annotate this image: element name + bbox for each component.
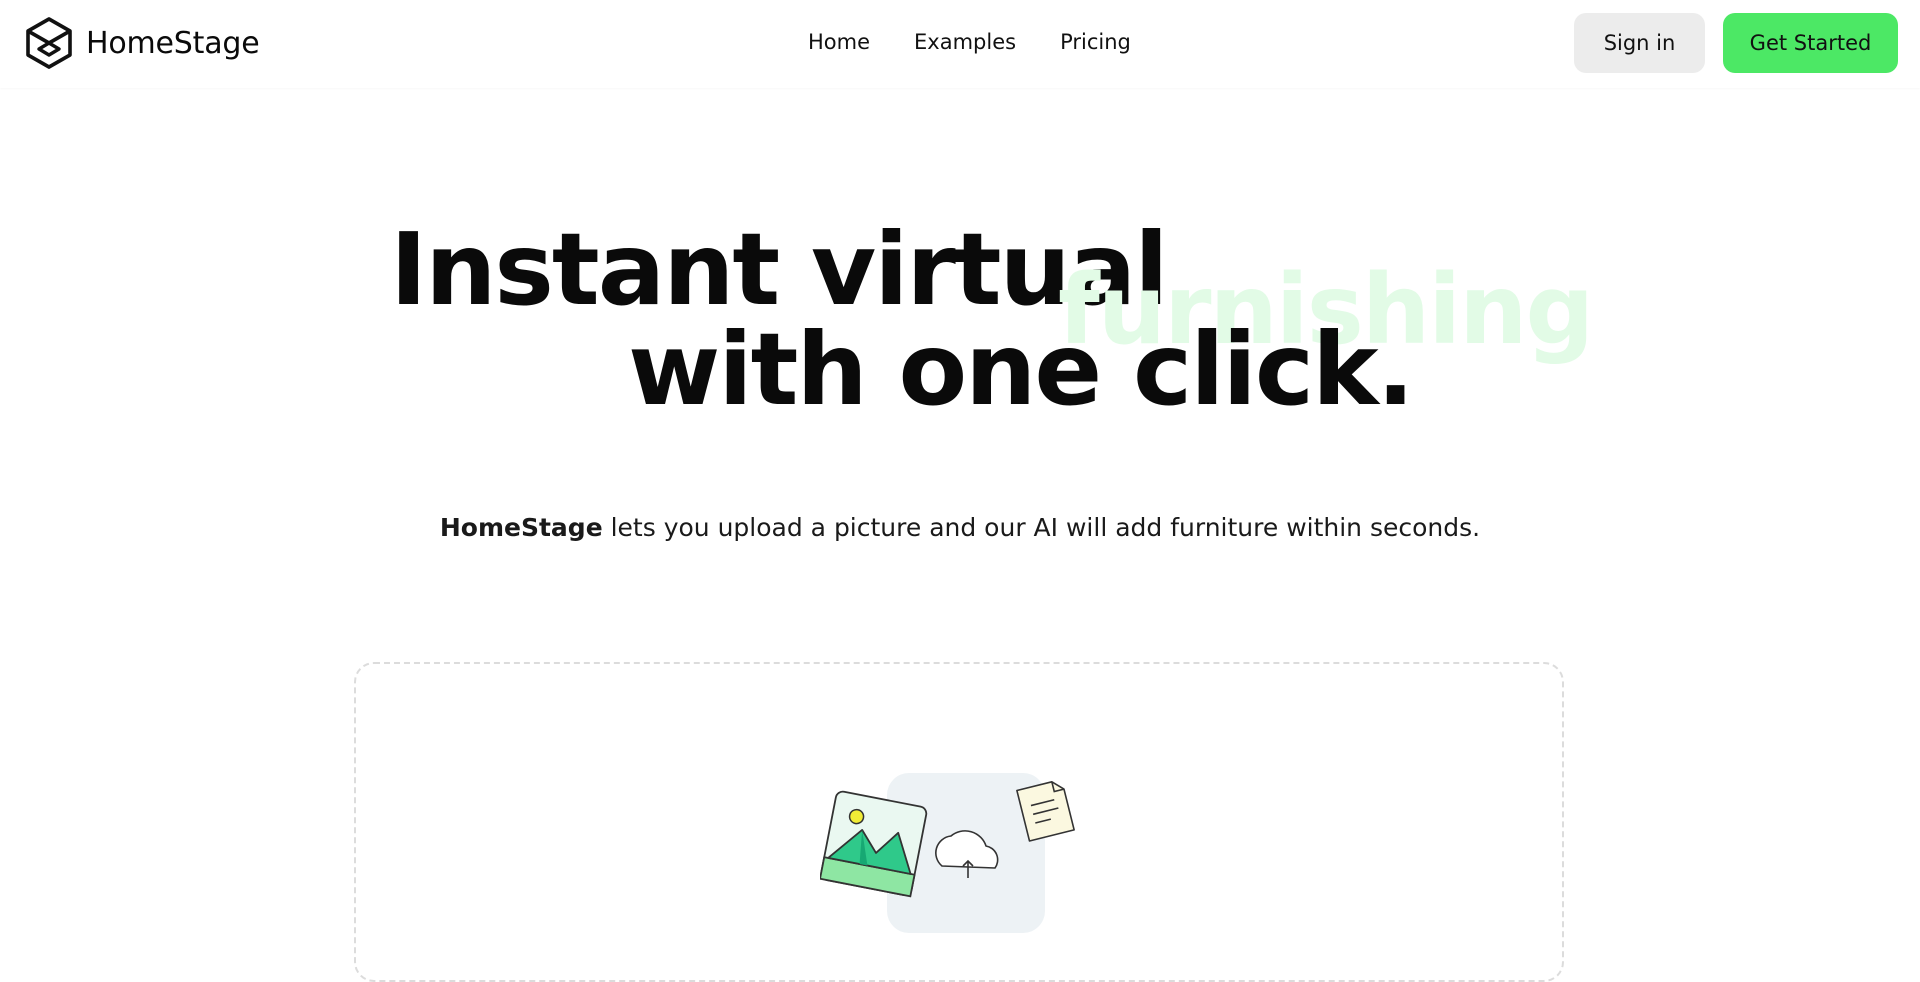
brand-name: HomeStage — [86, 25, 260, 61]
sign-in-button[interactable]: Sign in — [1574, 13, 1705, 73]
main-nav: Home Examples Pricing — [808, 30, 1131, 54]
nav-examples-link[interactable]: Examples — [914, 30, 1016, 54]
top-navbar: HomeStage Home Examples Pricing Sign in … — [0, 0, 1920, 88]
subtitle-brand: HomeStage — [439, 513, 603, 542]
hero-headline-line2: with one click. — [628, 311, 1415, 428]
photo-icon — [820, 790, 928, 898]
nav-home-link[interactable]: Home — [808, 30, 870, 54]
subtitle-text: lets you upload a picture and our AI wil… — [602, 513, 1481, 542]
hero-subtitle: HomeStage lets you upload a picture and … — [0, 513, 1920, 542]
brand-home-link[interactable]: HomeStage — [24, 16, 260, 70]
get-started-button[interactable]: Get Started — [1723, 13, 1898, 73]
hero-headline-line1: Instant virtual — [390, 211, 1169, 328]
nav-pricing-link[interactable]: Pricing — [1060, 30, 1131, 54]
image-upload-illustration — [820, 773, 1075, 933]
cube-icon — [26, 17, 72, 69]
